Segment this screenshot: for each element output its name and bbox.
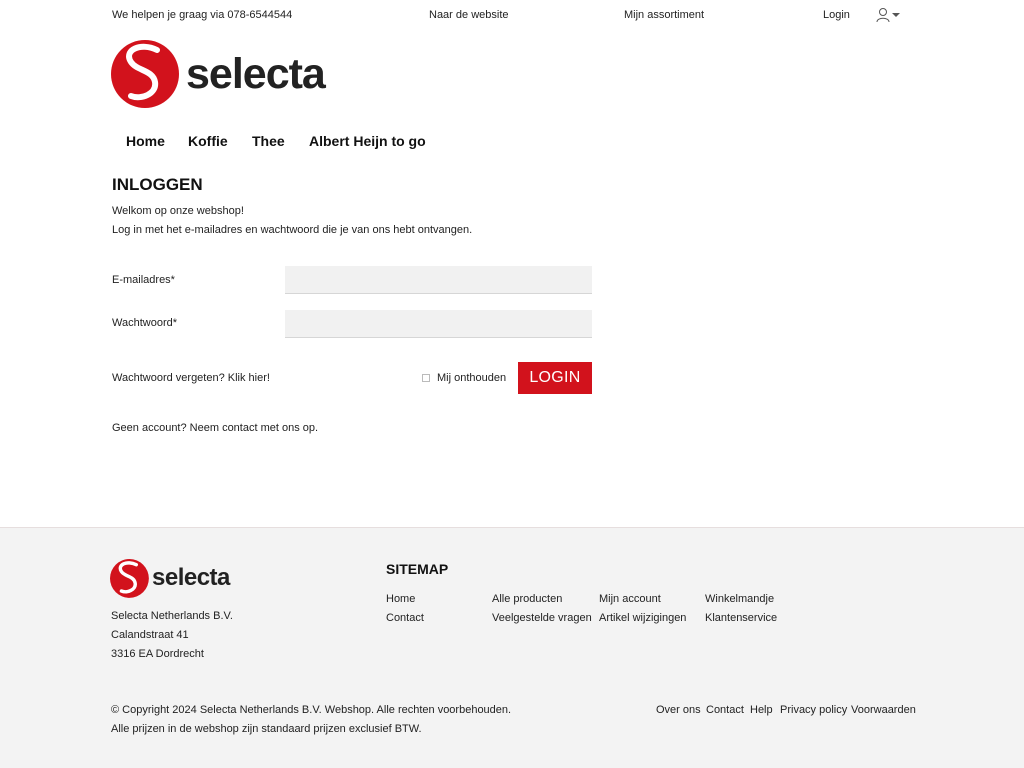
top-bar: We helpen je graag via 078-6544544 Naar …: [0, 0, 1024, 28]
sitemap-link-article-changes[interactable]: Artikel wijzigingen: [599, 612, 686, 624]
copyright-text: © Copyright 2024 Selecta Netherlands B.V…: [111, 704, 512, 716]
footer-link-about[interactable]: Over ons: [656, 704, 701, 716]
sitemap-link-contact[interactable]: Contact: [386, 612, 424, 624]
company-name: Selecta Netherlands B.V.: [111, 610, 233, 622]
sitemap-link-my-account[interactable]: Mijn account: [599, 593, 661, 605]
footer-logo[interactable]: selecta: [110, 559, 240, 599]
footer-link-terms[interactable]: Voorwaarden: [851, 704, 916, 716]
remember-me[interactable]: Mij onthouden: [422, 372, 506, 384]
assortment-link[interactable]: Mijn assortiment: [624, 9, 704, 21]
sitemap-link-home[interactable]: Home: [386, 593, 415, 605]
nav-item-koffie[interactable]: Koffie: [188, 133, 228, 149]
footer-logo-mark-icon: [110, 559, 149, 598]
company-street: Calandstraat 41: [111, 629, 189, 641]
footer-link-help[interactable]: Help: [750, 704, 773, 716]
login-button[interactable]: LOGIN: [518, 362, 592, 394]
user-menu-icon[interactable]: [876, 7, 902, 23]
instruction-text: Log in met het e-mailadres en wachtwoord…: [112, 224, 473, 236]
footer: selecta Selecta Netherlands B.V. Calands…: [0, 527, 1024, 768]
remember-me-checkbox[interactable]: [422, 374, 430, 382]
remember-me-label: Mij onthouden: [437, 372, 507, 384]
no-account-text: Geen account? Neem contact met ons op.: [112, 422, 319, 434]
email-label: E-mailadres*: [112, 274, 175, 286]
email-field[interactable]: [285, 266, 592, 294]
sitemap-link-all-products[interactable]: Alle producten: [492, 593, 562, 605]
selecta-logo-mark-icon: [111, 40, 179, 108]
brand-wordmark: selecta: [186, 50, 326, 98]
sitemap-title: SITEMAP: [386, 561, 449, 577]
password-label: Wachtwoord*: [112, 317, 178, 329]
forgot-password-link[interactable]: Wachtwoord vergeten? Klik hier!: [112, 372, 270, 384]
password-field[interactable]: [285, 310, 592, 338]
sitemap-link-cart[interactable]: Winkelmandje: [705, 593, 774, 605]
footer-link-contact[interactable]: Contact: [706, 704, 744, 716]
website-link[interactable]: Naar de website: [429, 9, 509, 21]
prices-note: Alle prijzen in de webshop zijn standaar…: [111, 723, 422, 735]
sitemap-link-customer-service[interactable]: Klantenservice: [705, 612, 777, 624]
sitemap-link-faq[interactable]: Veelgestelde vragen: [492, 612, 592, 624]
footer-brand-wordmark: selecta: [152, 564, 230, 591]
nav-item-thee[interactable]: Thee: [252, 133, 285, 149]
login-link[interactable]: Login: [823, 9, 850, 21]
page-title: INLOGGEN: [112, 175, 203, 194]
nav-item-home[interactable]: Home: [126, 133, 165, 149]
help-phone-text: We helpen je graag via 078-6544544: [112, 9, 293, 21]
welcome-text: Welkom op onze webshop!: [112, 205, 244, 217]
footer-link-privacy[interactable]: Privacy policy: [780, 704, 847, 716]
selecta-logo[interactable]: selecta: [111, 40, 331, 110]
company-city: 3316 EA Dordrecht: [111, 648, 204, 660]
nav-item-albert-heijn[interactable]: Albert Heijn to go: [309, 133, 426, 149]
